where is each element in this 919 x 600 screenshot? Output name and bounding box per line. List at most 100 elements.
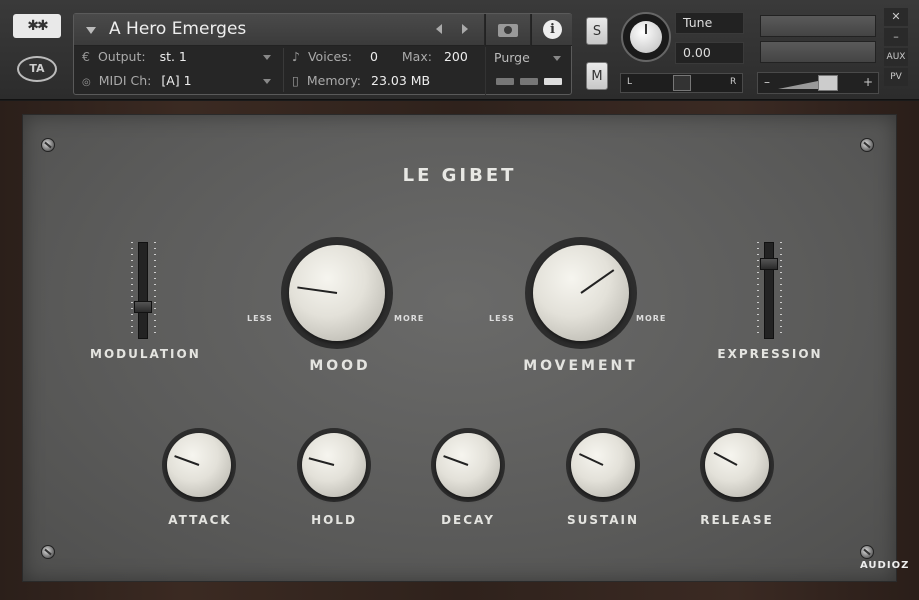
max-voices-value[interactable]: 200 <box>444 49 468 64</box>
screw-icon <box>41 545 55 559</box>
modulation-fader[interactable] <box>138 242 148 339</box>
output-icon: € <box>82 49 90 64</box>
output-row[interactable]: € Output: st. 1 <box>82 46 282 68</box>
voices-icon: ♪ <box>292 49 300 64</box>
voices-value: 0 <box>369 49 378 64</box>
previous-instrument-icon[interactable] <box>436 24 442 34</box>
memory-icon: ▯ <box>292 73 299 88</box>
info-button[interactable]: i <box>531 14 572 46</box>
minimize-button[interactable]: – <box>884 28 908 46</box>
movement-more-label: MORE <box>636 314 667 323</box>
hold-knob[interactable] <box>302 433 366 497</box>
tune-value[interactable]: 0.00 <box>675 42 744 64</box>
instrument-title: LE GIBET <box>402 165 517 186</box>
pv-button[interactable]: PV <box>884 68 908 86</box>
next-instrument-icon[interactable] <box>462 24 468 34</box>
expression-fader[interactable] <box>764 242 774 339</box>
memory-value: 23.03 MB <box>371 73 431 88</box>
camera-icon <box>498 24 518 37</box>
attack-label: ATTACK <box>168 513 232 527</box>
movement-knob[interactable] <box>533 245 629 341</box>
purge-meter-2 <box>520 78 538 85</box>
pan-handle[interactable] <box>673 75 691 91</box>
instrument-menu-dropdown-icon[interactable] <box>86 27 96 34</box>
movement-label: MOVEMENT <box>523 358 638 374</box>
decay-knob-pointer <box>443 455 469 466</box>
mood-knob-pointer <box>297 286 338 294</box>
movement-knob-pointer <box>580 269 615 294</box>
info-icon: i <box>543 20 562 39</box>
sustain-knob-pointer <box>579 453 604 466</box>
expression-fader-handle[interactable] <box>760 258 778 270</box>
modulation-label: MODULATION <box>90 347 201 361</box>
instrument-info-panel: A Hero Emerges i € Output: st. 1 ♪ Voice… <box>73 13 572 95</box>
level-meter-left <box>760 15 876 37</box>
instrument-header: ✱✱ TA A Hero Emerges i € Output: st. 1 ♪… <box>0 0 919 100</box>
attack-knob-pointer <box>174 455 200 466</box>
expression-ticks <box>757 242 759 337</box>
divider <box>283 48 284 92</box>
release-knob-pointer <box>713 451 738 466</box>
midi-label: MIDI Ch: <box>98 73 152 88</box>
purge-meter-3 <box>544 78 562 85</box>
instrument-title-row: A Hero Emerges <box>74 14 484 46</box>
expression-ticks <box>780 242 782 337</box>
mute-button[interactable]: M <box>586 62 608 90</box>
tune-label: Tune <box>675 12 744 34</box>
purge-button[interactable]: Purge <box>494 47 530 69</box>
ta-logo-icon: TA <box>17 56 57 82</box>
watermark-text: AUDIOZ <box>860 560 910 571</box>
mood-more-label: MORE <box>394 314 425 323</box>
snapshot-button[interactable] <box>485 14 530 46</box>
mood-knob[interactable] <box>289 245 385 341</box>
attack-knob[interactable] <box>167 433 231 497</box>
volume-minus[interactable]: – <box>764 75 770 89</box>
purge-meter-1 <box>496 78 514 85</box>
volume-slider[interactable]: – + <box>757 72 879 94</box>
close-button[interactable]: ✕ <box>884 8 908 26</box>
midi-value: [A] 1 <box>161 73 192 88</box>
modulation-ticks <box>131 242 133 337</box>
modulation-ticks <box>154 242 156 337</box>
mood-less-label: LESS <box>247 314 273 323</box>
purge-area: Purge <box>485 47 572 95</box>
hold-label: HOLD <box>311 513 357 527</box>
movement-less-label: LESS <box>489 314 515 323</box>
solo-button[interactable]: S <box>586 17 608 45</box>
pan-left-label: L <box>627 77 633 87</box>
midi-icon: ◎ <box>82 77 91 88</box>
decay-label: DECAY <box>441 513 495 527</box>
mood-label: MOOD <box>309 358 371 374</box>
release-label: RELEASE <box>700 513 774 527</box>
snowflake-logo-icon[interactable]: ✱✱ <box>13 14 61 38</box>
output-dropdown-icon[interactable] <box>263 55 271 60</box>
memory-label: Memory: <box>306 73 362 88</box>
decay-knob[interactable] <box>436 433 500 497</box>
purge-dropdown-icon[interactable] <box>553 56 561 61</box>
level-meter-right <box>760 41 876 63</box>
sustain-label: SUSTAIN <box>566 513 640 527</box>
midi-channel-row[interactable]: ◎ MIDI Ch: [A] 1 <box>82 70 282 92</box>
memory-row: ▯ Memory: 23.03 MB <box>292 70 482 92</box>
pan-slider[interactable]: L R <box>620 73 743 93</box>
pan-right-label: R <box>730 77 737 87</box>
voices-row: ♪ Voices: 0 Max: 200 <box>292 46 482 68</box>
max-voices-label: Max: <box>401 49 432 64</box>
screw-icon <box>860 138 874 152</box>
output-label: Output: <box>97 49 146 64</box>
modulation-fader-handle[interactable] <box>134 301 152 313</box>
voices-label: Voices: <box>307 49 352 64</box>
output-value: st. 1 <box>159 49 187 64</box>
hold-knob-pointer <box>308 457 335 466</box>
screw-icon <box>41 138 55 152</box>
aux-button[interactable]: AUX <box>884 48 908 66</box>
volume-plus[interactable]: + <box>863 75 873 89</box>
screw-icon <box>860 545 874 559</box>
instrument-name[interactable]: A Hero Emerges <box>109 19 246 39</box>
midi-dropdown-icon[interactable] <box>263 79 271 84</box>
sustain-knob[interactable] <box>571 433 635 497</box>
volume-handle[interactable] <box>818 75 838 91</box>
tune-knob[interactable] <box>621 12 671 62</box>
release-knob[interactable] <box>705 433 769 497</box>
expression-label: EXPRESSION <box>717 347 823 361</box>
